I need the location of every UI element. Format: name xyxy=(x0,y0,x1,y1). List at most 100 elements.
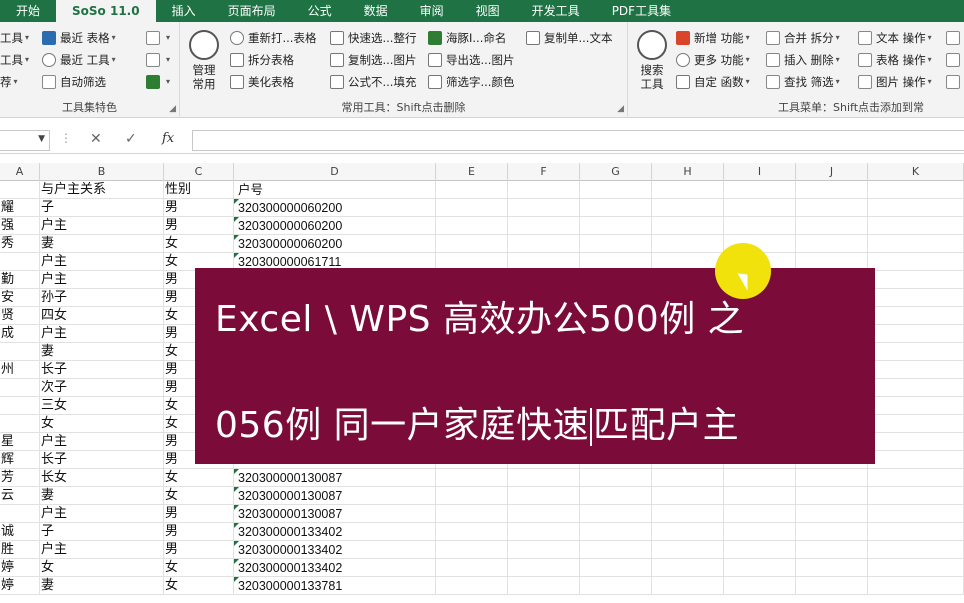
table-cell[interactable]: 四女 xyxy=(40,307,164,325)
table-cell[interactable] xyxy=(508,577,580,595)
table-cell[interactable] xyxy=(652,577,724,595)
table-cell[interactable]: 安 xyxy=(0,289,40,307)
table-cell[interactable]: 320300000130087 xyxy=(234,469,436,487)
search-tool-button[interactable]: 搜索 工具 xyxy=(632,30,672,91)
table-cell[interactable]: 户号 xyxy=(234,181,436,199)
table-cell[interactable] xyxy=(724,469,796,487)
table-cell[interactable] xyxy=(580,199,652,217)
table-cell[interactable] xyxy=(436,217,508,235)
insert-function-icon[interactable]: fx xyxy=(162,131,174,146)
overflow-button-2[interactable] xyxy=(946,50,964,70)
ribbon-tab[interactable]: PDF工具集 xyxy=(596,0,687,22)
table-cell[interactable] xyxy=(580,577,652,595)
table-cell[interactable] xyxy=(868,217,964,235)
column-header[interactable]: G xyxy=(580,163,652,181)
table-cell[interactable] xyxy=(508,199,580,217)
column-header[interactable]: F xyxy=(508,163,580,181)
table-cell[interactable]: 320300000133402 xyxy=(234,559,436,577)
table-cell[interactable] xyxy=(724,541,796,559)
split-table-button[interactable]: 拆分表格 xyxy=(230,50,294,70)
table-cell[interactable]: 妻 xyxy=(40,235,164,253)
table-cell[interactable] xyxy=(868,343,964,361)
table-cell[interactable]: 户主 xyxy=(40,271,164,289)
table-cell[interactable]: 勤 xyxy=(0,271,40,289)
table-cell[interactable] xyxy=(868,289,964,307)
table-cell[interactable]: 诚 xyxy=(0,523,40,541)
table-cell[interactable]: 孙子 xyxy=(40,289,164,307)
table-cell[interactable]: 妻 xyxy=(40,487,164,505)
table-cell[interactable] xyxy=(868,307,964,325)
table-cell[interactable] xyxy=(436,487,508,505)
ribbon-tab[interactable]: 页面布局 xyxy=(212,0,292,22)
shapes-button[interactable]: ▾ xyxy=(146,28,170,48)
table-cell[interactable] xyxy=(508,559,580,577)
table-cell[interactable] xyxy=(436,577,508,595)
table-cell[interactable] xyxy=(580,505,652,523)
table-cell[interactable] xyxy=(0,505,40,523)
table-cell[interactable] xyxy=(0,181,40,199)
table-cell[interactable]: 性别 xyxy=(164,181,234,199)
column-header[interactable]: A xyxy=(0,163,40,181)
table-cell[interactable] xyxy=(436,523,508,541)
table-cell[interactable] xyxy=(724,199,796,217)
table-cell[interactable] xyxy=(0,253,40,271)
chevron-down-icon[interactable]: ▼ xyxy=(38,134,45,144)
table-cell[interactable]: 男 xyxy=(164,199,234,217)
table-cell[interactable] xyxy=(436,199,508,217)
table-cell[interactable] xyxy=(724,523,796,541)
table-cell[interactable] xyxy=(652,541,724,559)
table-cell[interactable]: 户主 xyxy=(40,433,164,451)
table-cell[interactable]: 婷 xyxy=(0,559,40,577)
table-cell[interactable]: 妻 xyxy=(40,343,164,361)
table-cell[interactable] xyxy=(868,397,964,415)
table-cell[interactable]: 星 xyxy=(0,433,40,451)
excel-tool-button[interactable]: ▾ xyxy=(146,72,170,92)
table-cell[interactable] xyxy=(868,415,964,433)
table-cell[interactable]: 长子 xyxy=(40,361,164,379)
table-cell[interactable]: 女 xyxy=(164,469,234,487)
column-header[interactable]: E xyxy=(436,163,508,181)
table-cell[interactable] xyxy=(868,541,964,559)
table-cell[interactable] xyxy=(724,487,796,505)
table-cell[interactable] xyxy=(796,199,868,217)
table-cell[interactable] xyxy=(868,433,964,451)
table-cell[interactable]: 女 xyxy=(164,235,234,253)
table-cell[interactable] xyxy=(580,181,652,199)
table-cell[interactable]: 320300000133781 xyxy=(234,577,436,595)
table-cell[interactable]: 男 xyxy=(164,541,234,559)
insert-delete-button[interactable]: 插入 删除 ▾ xyxy=(766,50,840,70)
image-ops-button[interactable]: 图片 操作 ▾ xyxy=(858,72,932,92)
table-cell[interactable]: 320300000130087 xyxy=(234,505,436,523)
confirm-icon[interactable]: ✓ xyxy=(125,131,137,147)
table-cell[interactable] xyxy=(868,325,964,343)
table-cell[interactable] xyxy=(508,235,580,253)
table-cell[interactable] xyxy=(868,361,964,379)
table-cell[interactable] xyxy=(508,181,580,199)
table-cell[interactable]: 320300000060200 xyxy=(234,199,436,217)
table-cell[interactable] xyxy=(508,217,580,235)
table-cell[interactable] xyxy=(652,523,724,541)
table-cell[interactable]: 320300000060200 xyxy=(234,217,436,235)
table-cell[interactable]: 户主 xyxy=(40,217,164,235)
column-header[interactable]: B xyxy=(40,163,164,181)
table-cell[interactable] xyxy=(580,487,652,505)
manage-common-button[interactable]: 管理 常用 xyxy=(184,30,224,91)
table-cell[interactable] xyxy=(580,469,652,487)
tool-item-2[interactable]: 工具 ▾ xyxy=(0,50,29,70)
table-cell[interactable] xyxy=(796,505,868,523)
table-cell[interactable] xyxy=(0,379,40,397)
table-cell[interactable] xyxy=(580,559,652,577)
filter-color-button[interactable]: 筛选字...颜色 xyxy=(428,72,514,92)
table-cell[interactable] xyxy=(868,577,964,595)
table-cell[interactable]: 女 xyxy=(164,577,234,595)
column-header[interactable]: C xyxy=(164,163,234,181)
column-header[interactable]: I xyxy=(724,163,796,181)
table-cell[interactable]: 女 xyxy=(40,415,164,433)
table-cell[interactable]: 户主 xyxy=(40,253,164,271)
table-cell[interactable] xyxy=(796,235,868,253)
recent-table-button[interactable]: 最近 表格 ▾ xyxy=(42,28,116,48)
table-cell[interactable]: 成 xyxy=(0,325,40,343)
formula-fill-button[interactable]: 公式不...填充 xyxy=(330,72,416,92)
table-cell[interactable] xyxy=(868,181,964,199)
table-cell[interactable] xyxy=(580,541,652,559)
